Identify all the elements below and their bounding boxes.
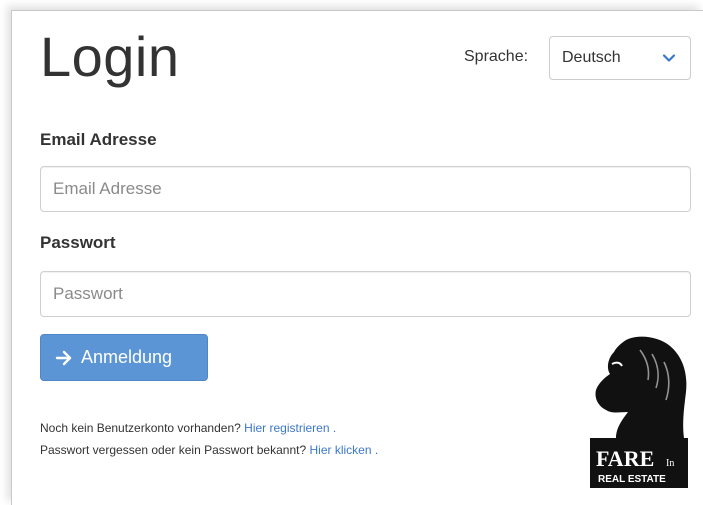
password-label: Passwort xyxy=(40,233,116,252)
forgot-suffix: . xyxy=(374,443,379,457)
page-title: Login xyxy=(40,25,180,88)
logo-subtitle: REAL ESTATE xyxy=(598,474,666,485)
language-select[interactable]: Deutsch xyxy=(549,36,691,80)
arrow-right-icon xyxy=(55,350,72,365)
forgot-password-note: Passwort vergessen oder kein Passwort be… xyxy=(40,443,378,457)
login-button[interactable]: Anmeldung xyxy=(40,334,208,381)
register-text: Noch kein Benutzerkonto vorhanden? xyxy=(40,421,241,435)
register-suffix: . xyxy=(332,421,337,435)
login-button-label: Anmeldung xyxy=(81,347,173,367)
language-select-value: Deutsch xyxy=(562,49,621,66)
register-link[interactable]: Hier registrieren xyxy=(244,421,329,435)
email-field[interactable] xyxy=(40,166,691,212)
company-logo: FARE In REAL ESTATE xyxy=(590,336,688,488)
forgot-link[interactable]: Hier klicken xyxy=(309,443,371,457)
forgot-text: Passwort vergessen oder kein Passwort be… xyxy=(40,443,307,457)
logo-brand: FARE xyxy=(596,446,654,471)
language-label: Sprache: xyxy=(464,48,529,65)
password-field[interactable] xyxy=(40,271,691,317)
logo-brand-suffix: In xyxy=(666,458,674,469)
email-label: Email Adresse xyxy=(40,130,157,149)
chevron-down-icon xyxy=(662,54,676,62)
register-note: Noch kein Benutzerkonto vorhanden? Hier … xyxy=(40,421,336,435)
